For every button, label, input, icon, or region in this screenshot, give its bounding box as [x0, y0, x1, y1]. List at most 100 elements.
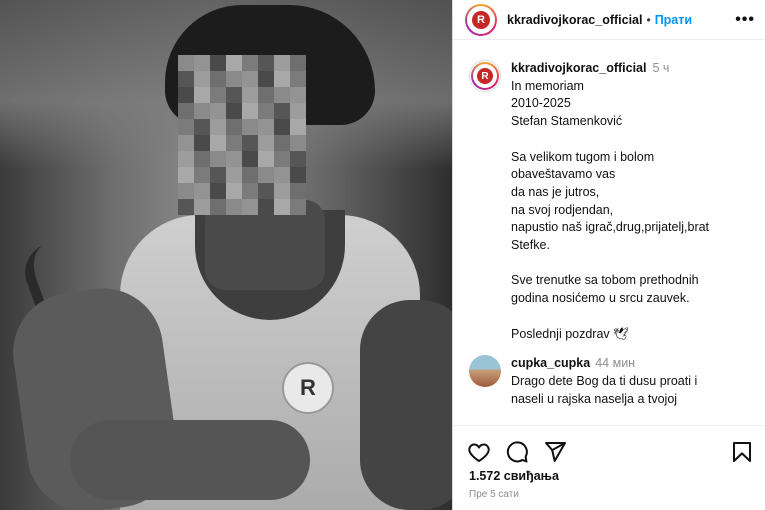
- caption-line: da nas je jutros,: [511, 184, 600, 199]
- pixel-block: [242, 199, 258, 215]
- pixel-block: [178, 71, 194, 87]
- pixel-block: [290, 183, 306, 199]
- pixel-block: [274, 135, 290, 151]
- caption-timestamp[interactable]: 5 ч: [652, 61, 669, 75]
- pixel-block: [242, 135, 258, 151]
- post-photo[interactable]: R: [0, 0, 452, 510]
- pixel-block: [242, 55, 258, 71]
- pixel-block: [258, 103, 274, 119]
- pixel-block: [178, 183, 194, 199]
- pixel-block: [290, 103, 306, 119]
- pixel-block: [274, 103, 290, 119]
- comment-line: Drago dete Bog da ti dusu proati i: [511, 373, 698, 388]
- pixel-block: [226, 167, 242, 183]
- pixel-block: [242, 151, 258, 167]
- pixel-block: [226, 151, 242, 167]
- pixel-block: [290, 135, 306, 151]
- pixel-block: [274, 87, 290, 103]
- caption-line: Stefke.: [511, 238, 550, 253]
- pixel-block: [210, 119, 226, 135]
- pixel-block: [226, 183, 242, 199]
- pixel-block: [210, 135, 226, 151]
- pixel-block: [194, 199, 210, 215]
- pixel-block: [194, 55, 210, 71]
- caption-line: Sa velikom tugom i bolom: [511, 149, 655, 164]
- heart-icon[interactable]: [467, 440, 491, 464]
- pixel-block: [258, 199, 274, 215]
- pixel-block: [210, 55, 226, 71]
- pixel-block: [258, 151, 274, 167]
- comment-username[interactable]: cupka_cupka: [511, 356, 590, 370]
- caption-avatar[interactable]: R: [469, 60, 501, 92]
- pixel-block: [226, 55, 242, 71]
- pixel-block: [178, 167, 194, 183]
- caption-line: In memoriam: [511, 78, 584, 93]
- commenter-avatar[interactable]: [469, 355, 501, 388]
- pixel-block: [178, 151, 194, 167]
- post-age[interactable]: Пре 5 сати: [469, 489, 519, 500]
- caption-avatar-ring: R: [471, 62, 499, 90]
- pixel-block: [258, 87, 274, 103]
- pixel-block: [242, 103, 258, 119]
- pixel-block: [258, 119, 274, 135]
- photo-right-arm: [360, 300, 452, 510]
- post-caption: R kkradivojkorac_official 5 ч In memoriam…: [453, 40, 765, 343]
- pixel-block: [290, 119, 306, 135]
- pixel-block: [290, 151, 306, 167]
- caption-line: 2010-2025: [511, 96, 571, 111]
- pixel-block: [258, 55, 274, 71]
- action-bar: [453, 425, 765, 467]
- header-username[interactable]: kkradivojkorac_official: [507, 13, 642, 27]
- caption-line: Poslednji pozdrav 🕊: [511, 326, 630, 341]
- photo-hands: [70, 420, 310, 500]
- pixel-block: [194, 71, 210, 87]
- pixel-block: [258, 71, 274, 87]
- pixel-block: [258, 167, 274, 183]
- pixel-block: [178, 135, 194, 151]
- caption-line: Sve trenutke sa tobom prethodnih: [511, 273, 699, 288]
- caption-line: napustio naš igrač,drug,prijatelj,brat: [511, 220, 710, 235]
- caption-line: obaveštavamo vas: [511, 167, 616, 182]
- pixel-block: [242, 167, 258, 183]
- follow-button[interactable]: Прати: [655, 13, 692, 27]
- pixel-block: [194, 135, 210, 151]
- pixel-block: [210, 151, 226, 167]
- post-details-panel: R kkradivojkorac_official • Прати ••• R …: [452, 0, 765, 510]
- pixel-block: [194, 151, 210, 167]
- profile-avatar[interactable]: R: [465, 3, 497, 36]
- pixel-block: [194, 167, 210, 183]
- separator-dot: •: [646, 12, 651, 27]
- comment-line: naseli u rajska naselja a tvojoj: [511, 391, 678, 406]
- pixel-block: [194, 87, 210, 103]
- pixel-block: [290, 55, 306, 71]
- comment-body: cupka_cupka 44 мин Drago dete Bog da ti d…: [511, 355, 697, 408]
- pixel-block: [290, 199, 306, 215]
- comment-icon[interactable]: [505, 440, 529, 464]
- comment-timestamp: 44 мин: [595, 356, 636, 371]
- caption-username[interactable]: kkradivojkorac_official: [511, 61, 646, 75]
- send-icon[interactable]: [543, 440, 567, 464]
- pixel-block: [242, 87, 258, 103]
- pixel-block: [242, 183, 258, 199]
- bookmark-icon[interactable]: [730, 440, 754, 464]
- likes-count[interactable]: 1.572 свиђања: [469, 469, 559, 483]
- pixel-block: [226, 135, 242, 151]
- post-header: R kkradivojkorac_official • Прати •••: [453, 0, 765, 40]
- pixel-block: [194, 183, 210, 199]
- more-dots-icon[interactable]: •••: [735, 11, 755, 29]
- pixel-block: [290, 167, 306, 183]
- pixel-block: [274, 167, 290, 183]
- pixel-block: [210, 167, 226, 183]
- pixelated-face: [178, 55, 306, 215]
- pixel-block: [178, 55, 194, 71]
- pixel-block: [226, 119, 242, 135]
- pixel-block: [274, 151, 290, 167]
- pixel-block: [290, 87, 306, 103]
- caption-line: na svoj rodjendan,: [511, 202, 614, 217]
- pixel-block: [210, 71, 226, 87]
- pixel-block: [274, 55, 290, 71]
- pixel-block: [242, 119, 258, 135]
